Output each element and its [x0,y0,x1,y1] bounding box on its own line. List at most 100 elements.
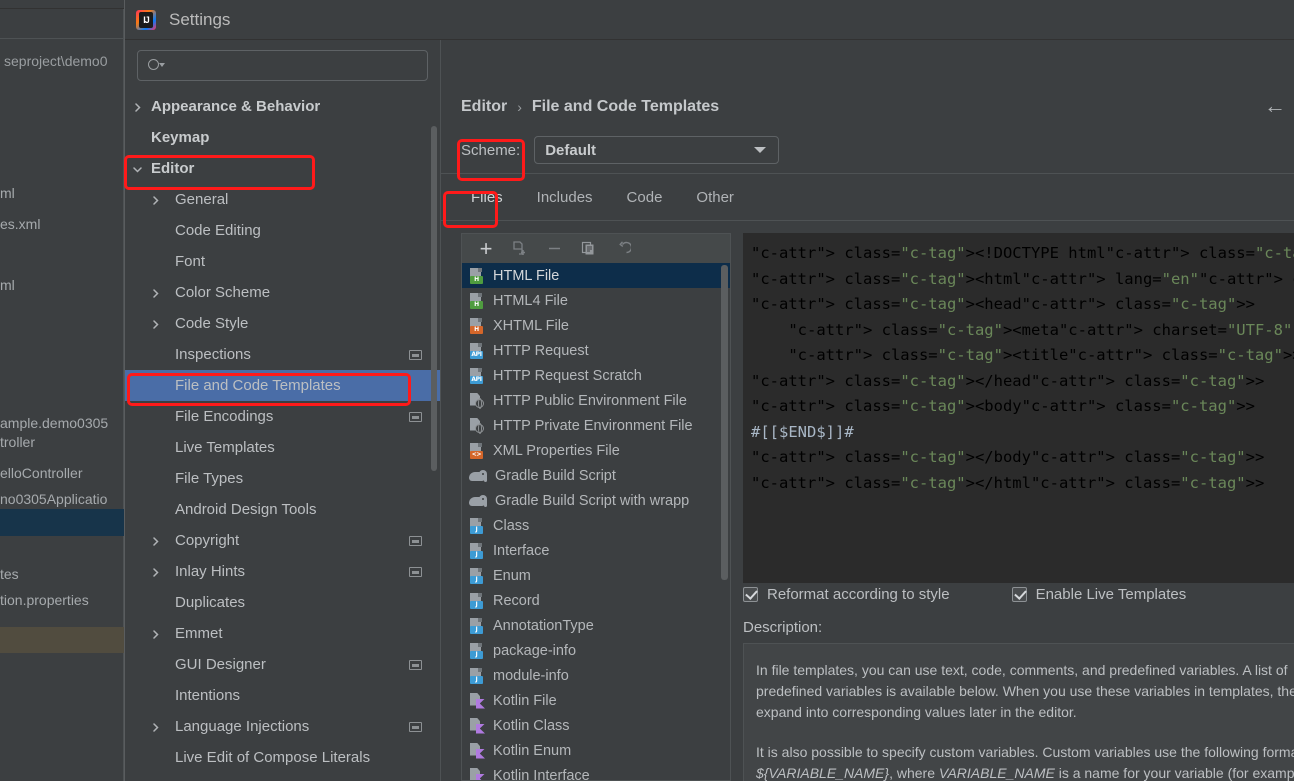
template-list-item[interactable]: HTTP Public Environment File [462,388,730,413]
enable-live-templates-checkbox[interactable]: Enable Live Templates [1011,586,1186,603]
chevron-right-icon[interactable] [151,629,159,639]
sidebar-item-duplicates[interactable]: Duplicates [125,587,440,618]
tab-files[interactable]: Files [457,183,517,212]
ide-file-label[interactable]: no0305Applicatio [0,491,107,507]
sidebar-item-general[interactable]: General [125,184,440,215]
chevron-right-icon[interactable] [151,567,159,577]
template-list-item[interactable]: Kotlin Interface [462,763,730,781]
sidebar-item-appearance-behavior[interactable]: Appearance & Behavior [125,91,440,122]
ide-file-label[interactable]: tes [0,566,19,582]
remove-template-button[interactable] [540,237,568,261]
sidebar-item-label: Code Style [175,315,249,332]
sidebar-item-editor[interactable]: Editor [125,153,440,184]
sidebar-item-inlay-hints[interactable]: Inlay Hints [125,556,440,587]
ide-file-label[interactable]: es.xml [0,216,40,232]
chevron-right-icon[interactable] [151,319,159,329]
tab-other[interactable]: Other [682,183,748,212]
sidebar-item-language-injections[interactable]: Language Injections [125,711,440,742]
template-list-item[interactable]: H HTML4 File [462,288,730,313]
ide-file-label[interactable]: tion.properties [0,592,89,608]
template-item-label: HTTP Request [493,342,589,359]
scheme-dropdown[interactable]: Default [534,136,780,164]
template-list-item[interactable]: J Class [462,513,730,538]
sidebar-scrollbar[interactable] [431,126,437,471]
sidebar-item-file-encodings[interactable]: File Encodings [125,401,440,432]
template-list-item[interactable]: J Enum [462,563,730,588]
template-list-item[interactable]: Gradle Build Script with wrapp [462,488,730,513]
tab-code[interactable]: Code [613,183,677,212]
sidebar-item-code-style[interactable]: Code Style [125,308,440,339]
chevron-right-icon[interactable] [133,102,141,112]
settings-search-input[interactable] [137,50,428,81]
checkbox-checked-icon [1011,587,1027,602]
sidebar-item-live-edit-of-compose-literals[interactable]: Live Edit of Compose Literals [125,742,440,773]
template-list-item[interactable]: H HTML File [462,263,730,288]
template-list-item[interactable]: J Record [462,588,730,613]
sidebar-item-intentions[interactable]: Intentions [125,680,440,711]
chevron-right-icon[interactable] [151,722,159,732]
sidebar-item-label: File Types [175,470,244,487]
template-list-item[interactable]: API HTTP Request Scratch [462,363,730,388]
sidebar-item-file-and-code-templates[interactable]: File and Code Templates [125,370,440,401]
template-code-editor[interactable]: "c-attr"> class="c-tag"><!DOCTYPE html"c… [743,233,1294,583]
template-list-item[interactable]: API HTTP Request [462,338,730,363]
ide-file-label[interactable]: ml [0,185,15,201]
template-list-item[interactable]: Kotlin File [462,688,730,713]
breadcrumb-parent[interactable]: Editor [461,98,507,116]
sidebar-item-label: File Encodings [175,408,274,425]
ide-file-label[interactable]: troller [0,434,35,450]
collapse-arrow-icon[interactable]: ← [1264,95,1286,117]
intellij-logo-text: IJ [139,11,153,28]
template-list-item[interactable]: Jmodule-info [462,663,730,688]
template-list-item[interactable]: Kotlin Class [462,713,730,738]
sidebar-item-android-design-tools[interactable]: Android Design Tools [125,494,440,525]
chevron-down-icon[interactable] [133,165,142,173]
ide-file-label[interactable]: elloController [0,465,82,481]
template-item-label: module-info [493,667,569,684]
java-class-icon: J [469,517,485,534]
sidebar-item-live-templates[interactable]: Live Templates [125,432,440,463]
chevron-right-icon[interactable] [151,536,159,546]
sidebar-item-inspections[interactable]: Inspections [125,339,440,370]
add-template-button[interactable]: + [472,237,500,261]
template-list-item[interactable]: H XHTML File [462,313,730,338]
sidebar-item-gui-designer[interactable]: GUI Designer [125,649,440,680]
template-list-item[interactable]: <> XML Properties File [462,438,730,463]
sidebar-item-copyright[interactable]: Copyright [125,525,440,556]
ide-project-panel-header [0,9,124,39]
sidebar-item-label: Inspections [175,346,251,363]
sidebar-item-file-types[interactable]: File Types [125,463,440,494]
duplicate-template-button[interactable] [574,237,602,261]
sidebar-item-emmet[interactable]: Emmet [125,618,440,649]
template-list-item[interactable]: J AnnotationType [462,613,730,638]
copy-template-button[interactable] [506,237,534,261]
template-list-item[interactable]: HTTP Private Environment File [462,413,730,438]
reformat-checkbox[interactable]: Reformat according to style [743,586,950,603]
description-line: In file templates, you can use text, cod… [756,662,1288,678]
chevron-right-icon[interactable] [151,195,159,205]
sidebar-item-label: Copyright [175,532,240,549]
template-list-item[interactable]: Kotlin Enum [462,738,730,763]
template-list[interactable]: H HTML File H HTML4 File H XHTML File API HTTP … [461,263,731,781]
chevron-right-icon[interactable] [151,288,159,298]
reset-template-button[interactable] [608,237,636,261]
sidebar-item-font[interactable]: Font [125,246,440,277]
description-box[interactable]: In file templates, you can use text, cod… [743,643,1294,781]
template-item-label: HTML4 File [493,292,568,309]
chevron-down-icon [754,147,767,153]
template-list-item[interactable]: J Interface [462,538,730,563]
ide-file-label[interactable]: ample.demo0305 [0,415,108,431]
breadcrumb-separator-icon: › [517,99,522,115]
sidebar-item-code-editing[interactable]: Code Editing [125,215,440,246]
sidebar-item-keymap[interactable]: Keymap [125,122,440,153]
tab-includes[interactable]: Includes [523,183,607,212]
template-item-label: Kotlin Interface [493,767,590,781]
template-list-scrollbar[interactable] [721,265,728,580]
project-scope-icon [409,535,422,546]
ide-file-label[interactable]: ml [0,277,15,293]
sidebar-item-color-scheme[interactable]: Color Scheme [125,277,440,308]
intellij-logo-icon: IJ [135,9,157,31]
settings-dialog: IJ Settings Appearance & Behavior Keymap E… [124,0,1294,781]
template-list-item[interactable]: Jpackage-info [462,638,730,663]
template-list-item[interactable]: Gradle Build Script [462,463,730,488]
